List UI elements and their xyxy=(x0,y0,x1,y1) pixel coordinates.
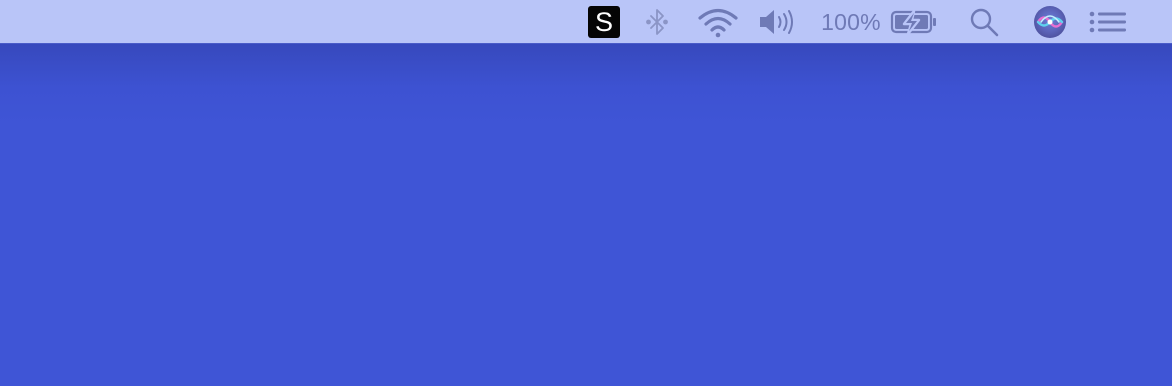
app-s-status-item[interactable]: S xyxy=(588,0,620,44)
volume-status-item[interactable] xyxy=(758,0,794,44)
bluetooth-status-item[interactable] xyxy=(644,0,670,44)
volume-icon xyxy=(760,10,793,34)
desktop-shadow xyxy=(0,44,1172,124)
app-s-label: S xyxy=(594,6,613,37)
menu-bar: S 100% xyxy=(0,0,1172,44)
battery-charging-icon xyxy=(890,9,936,36)
wifi-status-item[interactable] xyxy=(697,0,739,44)
notification-center-status-item[interactable] xyxy=(1088,0,1128,44)
wifi-icon xyxy=(698,8,738,38)
desktop: S 100% xyxy=(0,0,1172,386)
battery-status-item[interactable] xyxy=(890,0,938,44)
bluetooth-icon xyxy=(646,9,668,35)
notification-center-icon xyxy=(1089,11,1126,33)
siri-status-item[interactable] xyxy=(1033,0,1067,44)
spotlight-status-item[interactable] xyxy=(968,0,1002,44)
battery-percentage[interactable]: 100% xyxy=(819,0,883,44)
spotlight-search-icon xyxy=(970,8,999,37)
app-s-icon: S xyxy=(588,6,620,38)
siri-icon xyxy=(1034,6,1066,38)
